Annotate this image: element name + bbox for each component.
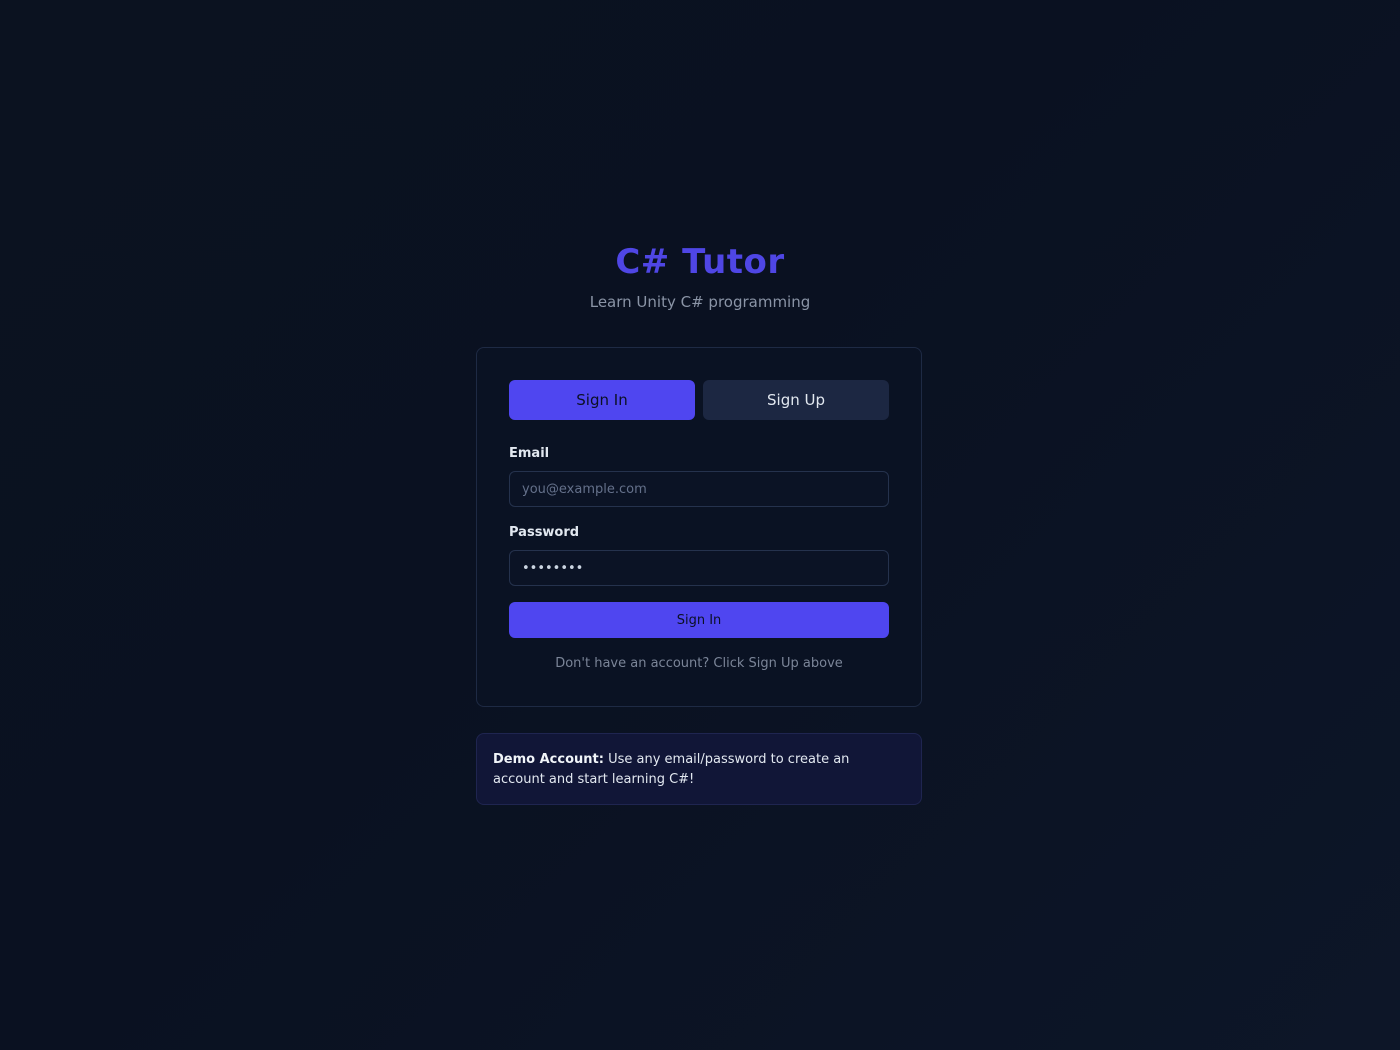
tab-sign-up[interactable]: Sign Up — [703, 380, 889, 420]
auth-card: Sign In Sign Up Email Password Sign In D… — [476, 347, 922, 707]
app-title: C# Tutor — [615, 242, 785, 282]
tab-sign-in[interactable]: Sign In — [509, 380, 695, 420]
email-field[interactable] — [509, 471, 889, 507]
sign-up-hint: Don't have an account? Click Sign Up abo… — [555, 656, 843, 671]
header: C# Tutor Learn Unity C# programming — [0, 238, 1400, 312]
demo-account-label: Demo Account: — [493, 752, 604, 767]
password-label: Password — [509, 525, 580, 540]
sign-in-button[interactable]: Sign In — [509, 602, 889, 638]
login-page: C# Tutor Learn Unity C# programming Sign… — [0, 0, 1400, 1050]
email-label: Email — [509, 446, 550, 461]
demo-account-notice: Demo Account: Use any email/password to … — [476, 733, 922, 805]
password-field[interactable] — [509, 550, 889, 586]
auth-tabs: Sign In Sign Up — [509, 380, 889, 420]
app-subtitle: Learn Unity C# programming — [589, 293, 811, 311]
